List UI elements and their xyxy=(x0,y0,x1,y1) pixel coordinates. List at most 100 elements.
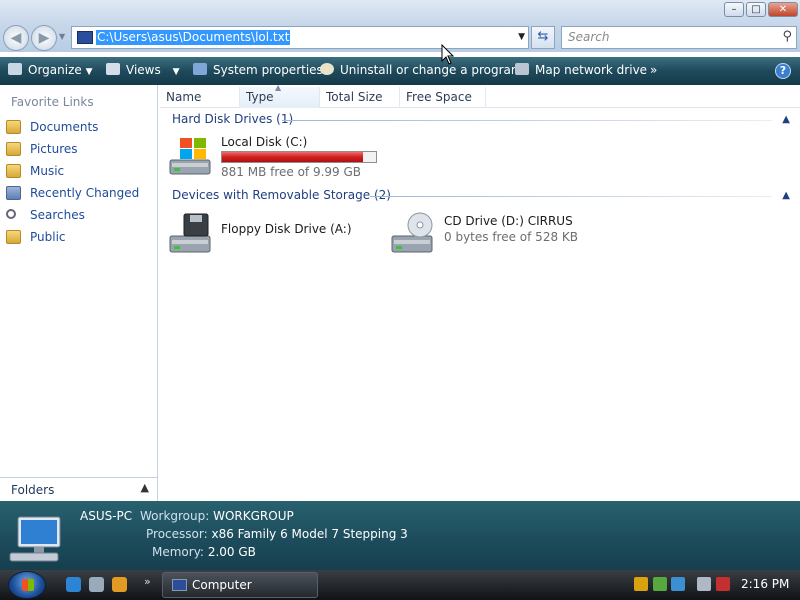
map-network-drive-button[interactable]: Map network drive xyxy=(515,63,647,77)
map-drive-label: Map network drive xyxy=(535,63,648,77)
group-hard-disk-drives[interactable]: Hard Disk Drives (1) xyxy=(172,112,293,126)
collapse-group-icon[interactable]: ▲ xyxy=(782,114,790,125)
computer-icon xyxy=(172,579,187,591)
processor-value: x86 Family 6 Model 7 Stepping 3 xyxy=(211,527,408,541)
navigation-pane: Favorite Links Documents Pictures Music … xyxy=(0,85,158,501)
maximize-button[interactable]: □ xyxy=(746,2,766,17)
search-input[interactable]: Search ⚲ xyxy=(561,26,797,49)
collapse-group-icon[interactable]: ▲ xyxy=(782,190,790,201)
sidebar-item-label: Music xyxy=(30,164,65,178)
processor-label: Processor: xyxy=(146,527,208,541)
cd-drive-icon xyxy=(391,212,433,253)
drive-name: Local Disk (C:) xyxy=(221,135,308,149)
chevron-up-icon: ▲ xyxy=(140,481,149,494)
drive-floppy-a[interactable]: Floppy Disk Drive (A:) xyxy=(168,212,368,258)
back-button[interactable]: ◀ xyxy=(3,25,29,51)
address-row: ◀ ▶ ▼ C:\Users\asus\Documents\lol.txt ▼ … xyxy=(0,22,800,52)
column-total-size[interactable]: Total Size xyxy=(320,87,400,108)
views-label: Views xyxy=(126,63,161,77)
drive-name: CD Drive (D:) CIRRUS xyxy=(444,214,573,228)
sidebar-item-label: Searches xyxy=(30,208,85,222)
network-icon[interactable] xyxy=(697,577,711,591)
clock[interactable]: 2:16 PM xyxy=(741,577,789,591)
views-icon xyxy=(106,63,120,75)
computer-icon xyxy=(77,31,93,44)
windows-flag-tray-icon[interactable] xyxy=(671,577,685,591)
forward-button[interactable]: ▶ xyxy=(31,25,57,51)
switch-windows-icon[interactable] xyxy=(89,577,104,592)
volume-muted-icon[interactable] xyxy=(716,577,730,591)
windows-logo-icon xyxy=(22,579,34,591)
sidebar-item-label: Public xyxy=(30,230,66,244)
more-commands-button[interactable]: » xyxy=(650,63,657,77)
chevron-down-icon: ▼ xyxy=(85,67,93,77)
sidebar-item-label: Recently Changed xyxy=(30,186,140,200)
group-removable-storage[interactable]: Devices with Removable Storage (2) xyxy=(172,188,391,202)
memory-value: 2.00 GB xyxy=(207,545,256,559)
search-icon[interactable]: ⚲ xyxy=(782,29,792,44)
sidebar-item-public[interactable]: Public xyxy=(6,228,154,248)
organize-button[interactable]: Organize ▼ xyxy=(8,63,93,77)
sidebar-item-music[interactable]: Music xyxy=(6,162,154,182)
search-placeholder: Search xyxy=(568,30,610,44)
sort-ascending-icon: ▲ xyxy=(275,83,282,92)
hard-drive-icon xyxy=(169,138,211,175)
disk-usage-bar xyxy=(221,151,377,163)
drive-free-space: 0 bytes free of 528 KB xyxy=(444,230,578,244)
views-button[interactable]: Views ▼ xyxy=(106,63,179,77)
sidebar-item-pictures[interactable]: Pictures xyxy=(6,140,154,160)
address-path[interactable]: C:\Users\asus\Documents\lol.txt xyxy=(96,30,291,45)
uninstall-label: Uninstall or change a program xyxy=(340,63,523,77)
drive-cd-d[interactable]: CD Drive (D:) CIRRUS 0 bytes free of 528… xyxy=(390,212,610,258)
taskbar: » Computer 2:16 PM xyxy=(0,570,800,600)
refresh-button[interactable]: ⇆ xyxy=(531,26,555,49)
column-header: Name Type ▲ Total Size Free Space xyxy=(160,83,800,108)
processor-row: Processor: x86 Family 6 Model 7 Stepping… xyxy=(146,527,408,541)
documents-folder-icon xyxy=(6,120,21,134)
media-player-icon[interactable] xyxy=(112,577,127,592)
internet-explorer-icon[interactable] xyxy=(66,577,81,592)
taskbar-item-label: Computer xyxy=(192,578,252,592)
memory-row: Memory: 2.00 GB xyxy=(152,545,256,559)
security-shield-icon[interactable] xyxy=(634,577,648,591)
help-button[interactable]: ? xyxy=(775,63,791,79)
taskbar-item-computer[interactable]: Computer xyxy=(162,572,318,598)
network-drive-icon xyxy=(515,63,529,75)
recent-pages-dropdown-icon[interactable]: ▼ xyxy=(59,32,65,41)
minimize-button[interactable]: – xyxy=(724,2,744,17)
quick-launch-more-button[interactable]: » xyxy=(144,575,151,588)
start-button[interactable] xyxy=(8,571,46,599)
file-view: Hard Disk Drives (1) ▲ Local Disk (C:) 8… xyxy=(160,108,800,500)
search-icon xyxy=(6,209,16,219)
update-check-icon[interactable] xyxy=(653,577,667,591)
folders-toggle[interactable]: Folders ▲ xyxy=(0,477,157,501)
sidebar-item-recently-changed[interactable]: Recently Changed xyxy=(6,184,154,204)
group-divider xyxy=(282,120,772,121)
sidebar-item-searches[interactable]: Searches xyxy=(6,206,154,226)
memory-label: Memory: xyxy=(152,545,204,559)
uninstall-program-button[interactable]: Uninstall or change a program xyxy=(320,63,523,77)
computer-name: ASUS-PC xyxy=(80,509,133,523)
address-bar[interactable]: C:\Users\asus\Documents\lol.txt ▼ xyxy=(71,26,529,49)
recent-folder-icon xyxy=(6,186,21,200)
computer-icon xyxy=(9,516,61,562)
address-dropdown-icon[interactable]: ▼ xyxy=(518,32,525,42)
workgroup-label: Workgroup: xyxy=(140,509,210,523)
close-button[interactable]: ✕ xyxy=(768,2,798,17)
music-folder-icon xyxy=(6,164,21,178)
sidebar-item-label: Documents xyxy=(30,120,99,134)
disk-usage-fill xyxy=(222,152,363,162)
chevron-down-icon: ▼ xyxy=(172,67,180,77)
column-free-space[interactable]: Free Space xyxy=(400,87,486,108)
drive-local-disk-c[interactable]: Local Disk (C:) 881 MB free of 9.99 GB xyxy=(168,134,398,184)
title-bar: – □ ✕ xyxy=(0,0,800,22)
sidebar-item-documents[interactable]: Documents xyxy=(6,118,154,138)
workgroup-value: WORKGROUP xyxy=(213,509,294,523)
organize-icon xyxy=(8,63,22,75)
pictures-folder-icon xyxy=(6,142,21,156)
column-name[interactable]: Name xyxy=(160,87,240,108)
drive-name: Floppy Disk Drive (A:) xyxy=(221,222,352,236)
public-folder-icon xyxy=(6,230,21,244)
system-properties-button[interactable]: System properties xyxy=(193,63,323,77)
mouse-cursor-icon xyxy=(441,44,455,65)
